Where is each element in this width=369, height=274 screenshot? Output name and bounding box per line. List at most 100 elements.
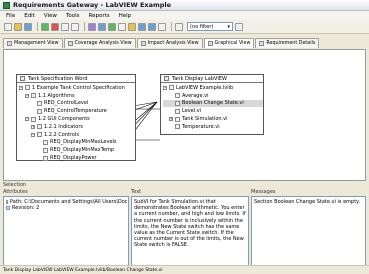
node-label: Level.vi	[182, 108, 202, 115]
vi-icon	[175, 124, 180, 130]
tab-label: Coverage Analysis View	[74, 41, 132, 46]
text-pane: Text SubVI for Tank Simulation.vi that d…	[131, 189, 249, 269]
tree-node-selected[interactable]: Boolean Change State.vi	[163, 99, 263, 108]
stop-icon[interactable]	[51, 22, 59, 31]
text-content[interactable]: SubVI for Tank Simulation.vi that demons…	[131, 196, 249, 269]
tree-node[interactable]: REQ_DisplayMinMaxLevels	[19, 139, 135, 147]
graphical-canvas[interactable]: Tank Specification Word −1 Example Tank …	[3, 49, 366, 181]
collapse-icon[interactable]: −	[19, 85, 23, 90]
refresh-icon[interactable]	[41, 22, 49, 31]
node-label: Temperature.vi	[182, 123, 220, 130]
attribute-icon	[6, 200, 8, 205]
node-label: Boolean Change State.vi	[182, 100, 244, 107]
messages-content[interactable]: Section Boolean Change State.vi is empty…	[251, 196, 366, 269]
analyze-icon[interactable]	[88, 22, 96, 31]
window-title: Requirements Gateway - LabVIEW Example	[13, 1, 172, 9]
tab-label: Requirement Details	[266, 41, 316, 46]
document-tank-display[interactable]: Tank Display LabVIEW − LabVIEW Example.lv…	[160, 74, 264, 135]
zoom-out-icon[interactable]	[148, 22, 156, 31]
tree-node[interactable]: REQ_ControlTemperature	[19, 107, 135, 115]
node-label: Tank Simulation.vi	[182, 116, 228, 123]
tree-node[interactable]: +1.2.1 Indicators	[19, 123, 135, 131]
tree-node[interactable]: − 1 Example Tank Control Specification	[19, 84, 135, 92]
vi-icon	[175, 100, 180, 106]
link-icon[interactable]	[108, 22, 116, 31]
tree-node[interactable]: − 1.1 Algorithms	[19, 92, 135, 100]
filter-options-icon[interactable]	[235, 22, 243, 31]
collapse-icon[interactable]: −	[25, 93, 29, 98]
new-icon[interactable]	[4, 22, 12, 31]
toolbar-separator	[84, 22, 85, 31]
expand-icon[interactable]: +	[31, 124, 35, 129]
tab-requirement-details[interactable]: Requirement Details	[255, 38, 320, 48]
back-icon[interactable]	[61, 22, 69, 31]
document-title-bar: Tank Specification Word	[17, 75, 135, 83]
settings-icon[interactable]	[158, 22, 166, 31]
collapse-icon[interactable]: −	[25, 117, 29, 122]
menu-view[interactable]: View	[44, 13, 57, 19]
menu-edit[interactable]: Edit	[24, 13, 35, 19]
attributes-pane: Attributes Path: C:\Documents and Settin…	[3, 189, 129, 269]
node-label: 1.2.1 Indicators	[44, 123, 84, 130]
tree-node[interactable]: REQ_DisplayPower	[19, 154, 135, 162]
tree-node[interactable]: − LabVIEW Example.lvlib	[163, 84, 263, 92]
tree-node[interactable]: Average.vi	[163, 92, 263, 100]
attributes-label: Attributes	[3, 189, 28, 195]
messages-pane: Messages Section Boolean Change State.vi…	[251, 189, 366, 269]
section-icon	[37, 132, 42, 138]
save-icon[interactable]	[24, 22, 32, 31]
toolbar: (no filter) ▾	[0, 20, 369, 34]
forward-icon[interactable]	[71, 22, 79, 31]
node-label: Average.vi	[182, 92, 209, 99]
section-icon	[25, 85, 30, 91]
impact-icon	[140, 41, 146, 46]
tab-graphical-view[interactable]: Graphical View	[203, 38, 255, 48]
tree-node[interactable]: + Tank Simulation.vi	[163, 115, 263, 123]
tree-node[interactable]: Level.vi	[163, 107, 263, 115]
menu-reports[interactable]: Reports	[89, 13, 110, 19]
flag-icon[interactable]	[128, 22, 136, 31]
document-tank-specification[interactable]: Tank Specification Word −1 Example Tank …	[16, 74, 136, 161]
attributes-list[interactable]: Path: C:\Documents and Settings\All User…	[3, 196, 129, 269]
filter-dropdown[interactable]: (no filter) ▾	[187, 22, 233, 31]
details-icon	[259, 41, 265, 46]
library-icon	[169, 85, 174, 91]
collapse-icon[interactable]: −	[163, 85, 167, 90]
menu-tools[interactable]: Tools	[66, 13, 80, 19]
tab-impact-analysis-view[interactable]: Impact Analysis View	[136, 38, 203, 48]
tree-node[interactable]: Temperature.vi	[163, 123, 263, 131]
tree-node[interactable]: REQ_DisplayMinMaxTemp	[19, 146, 135, 154]
report-icon[interactable]	[98, 22, 106, 31]
vi-icon	[175, 116, 180, 122]
menu-file[interactable]: File	[6, 13, 15, 19]
requirement-icon	[43, 139, 48, 145]
tab-management-view[interactable]: Management View	[3, 38, 63, 48]
vi-icon	[175, 108, 180, 114]
title-bar: Requirements Gateway - LabVIEW Example	[0, 0, 369, 11]
node-label: REQ_DisplayMinMaxTemp	[50, 147, 115, 154]
tree-node[interactable]: − 1.2 GUI Components	[19, 115, 135, 123]
requirement-icon	[43, 155, 48, 161]
vi-icon	[175, 93, 180, 99]
attribute-row[interactable]: Revision: 2	[6, 205, 126, 211]
node-label: REQ_ControlTemperature	[44, 108, 107, 115]
tab-label: Graphical View	[214, 41, 251, 46]
search-icon[interactable]	[118, 22, 126, 31]
tab-coverage-analysis-view[interactable]: Coverage Analysis View	[63, 38, 136, 48]
expand-icon[interactable]: +	[169, 117, 173, 122]
node-label: LabVIEW Example.lvlib	[176, 84, 234, 91]
app-icon	[3, 1, 10, 9]
messages-label: Messages	[251, 189, 276, 195]
document-title-bar: Tank Display LabVIEW	[161, 75, 263, 83]
tree-node[interactable]: − 1.2.2 Controls	[19, 131, 135, 139]
filter-icon	[175, 22, 183, 31]
tree-node[interactable]: REQ_ControlLevel	[19, 100, 135, 108]
management-icon	[7, 41, 12, 46]
zoom-in-icon[interactable]	[138, 22, 146, 31]
collapse-icon[interactable]: −	[31, 132, 35, 137]
open-folder-icon[interactable]	[14, 22, 22, 31]
node-label: 1.1 Algorithms	[38, 92, 75, 99]
document-title: Tank Specification Word	[28, 75, 88, 82]
menu-help[interactable]: Help	[119, 13, 132, 19]
section-icon	[31, 93, 36, 99]
